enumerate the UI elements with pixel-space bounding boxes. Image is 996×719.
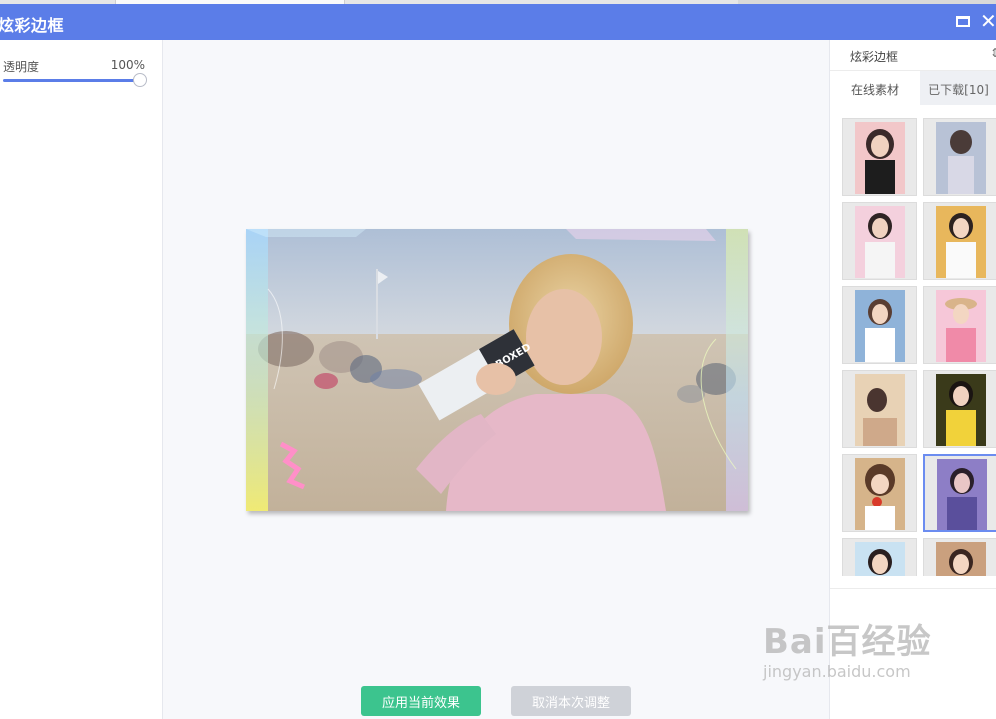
thumbnail-image: [855, 206, 905, 278]
title-bar: 炫彩边框 ✕: [0, 4, 996, 40]
watermark-brand: Bai百经验: [763, 622, 932, 662]
frame-thumbnail[interactable]: [923, 286, 996, 364]
apply-effect-button[interactable]: 应用当前效果: [361, 686, 481, 716]
tab-online-materials[interactable]: 在线素材: [830, 71, 920, 105]
panel-divider-bottom: [830, 588, 996, 589]
thumbnail-image: [855, 122, 905, 194]
thumbnail-image: [936, 122, 986, 194]
frame-thumbnail[interactable]: [842, 118, 917, 196]
frame-thumbnail[interactable]: [842, 202, 917, 280]
frame-thumbnail[interactable]: [923, 370, 996, 448]
preview-photo: BOXED: [246, 229, 748, 511]
expand-arrow-icon[interactable]: ⇕: [990, 46, 996, 60]
thumbnail-image: [936, 290, 986, 362]
opacity-value: 100%: [110, 58, 145, 72]
thumbnail-image: [855, 374, 905, 446]
thumbnail-image: [936, 542, 986, 576]
frame-thumbnail[interactable]: [923, 118, 996, 196]
thumbnail-image: [855, 542, 905, 576]
app-window: 炫彩边框 ✕ 透明度 100% BOXED 应用当前效果 取消本次调整 炫彩边框…: [0, 0, 996, 719]
opacity-slider-track[interactable]: [3, 79, 140, 82]
frame-thumbnail[interactable]: [842, 370, 917, 448]
frame-thumbnail[interactable]: [842, 538, 917, 576]
preview-area: BOXED 应用当前效果 取消本次调整: [164, 40, 828, 719]
baidu-watermark: Bai百经验 jingyan.baidu.com: [763, 614, 932, 681]
watermark-url: jingyan.baidu.com: [763, 662, 911, 681]
close-icon[interactable]: ✕: [980, 10, 996, 32]
frame-thumbnail[interactable]: [923, 202, 996, 280]
frame-thumbnail-grid: [842, 118, 996, 576]
thumbnail-image: [936, 374, 986, 446]
photo-illustration: BOXED: [246, 229, 748, 511]
thumbnail-image: [855, 290, 905, 362]
thumbnail-image: [855, 458, 905, 530]
opacity-slider-thumb[interactable]: [133, 73, 147, 87]
opacity-label: 透明度: [3, 60, 40, 74]
frame-thumbnail-selected[interactable]: [923, 454, 996, 532]
settings-panel: 透明度 100%: [0, 40, 163, 719]
frame-thumbnail[interactable]: [842, 286, 917, 364]
frame-thumbnail[interactable]: [842, 454, 917, 532]
maximize-icon[interactable]: [956, 16, 970, 27]
panel-title: 炫彩边框: [850, 50, 899, 64]
thumbnail-image: [937, 459, 987, 530]
cancel-adjustment-button[interactable]: 取消本次调整: [511, 686, 631, 716]
window-title: 炫彩边框: [0, 16, 65, 35]
frame-thumbnail[interactable]: [923, 538, 996, 576]
thumbnail-image: [936, 206, 986, 278]
tab-downloaded[interactable]: 已下载[10]: [920, 71, 996, 105]
